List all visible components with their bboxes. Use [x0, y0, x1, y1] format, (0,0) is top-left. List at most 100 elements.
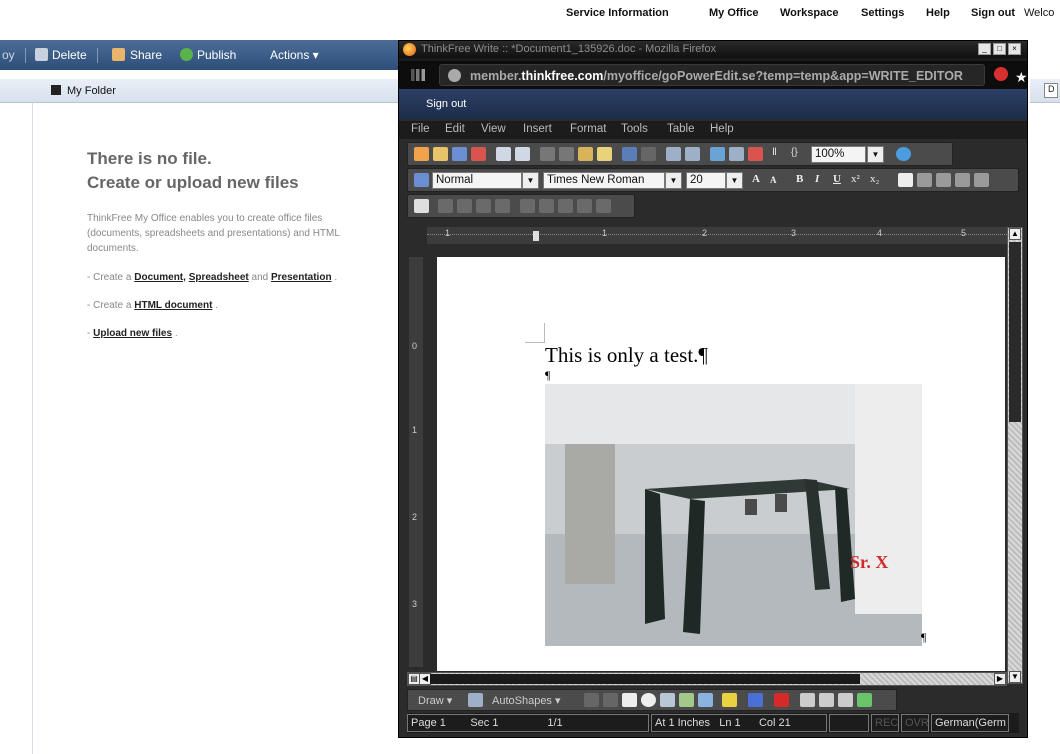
inserted-photo[interactable]: Sr. X [545, 384, 922, 646]
table-tool-icon[interactable] [438, 199, 453, 213]
publish-button[interactable]: Publish [197, 48, 236, 62]
nav-help[interactable]: Help [926, 7, 950, 19]
url-bar[interactable]: member.thinkfree.com/myoffice/goPowerEdi… [439, 64, 1028, 86]
undo-icon[interactable] [622, 147, 637, 161]
create-presentation-link[interactable]: Presentation [271, 272, 332, 283]
menu-insert[interactable]: Insert [523, 123, 552, 135]
draw-menu-button[interactable]: Draw ▾ [418, 694, 452, 707]
scroll-right-icon[interactable]: ▶ [994, 673, 1006, 685]
chart-icon[interactable] [748, 147, 763, 161]
italic-icon[interactable]: I [815, 173, 819, 185]
align-left-icon[interactable] [898, 173, 913, 187]
create-document-link[interactable]: Document, [134, 272, 186, 283]
window-titlebar[interactable]: ThinkFree Write :: *Document1_135926.doc… [399, 41, 1027, 58]
folder-label[interactable]: My Folder [67, 85, 116, 97]
redo-icon[interactable] [641, 147, 656, 161]
menu-help[interactable]: Help [710, 123, 734, 135]
site-identity-icon[interactable] [448, 69, 461, 82]
nav-service-information[interactable]: Service Information [566, 7, 669, 19]
menu-table[interactable]: Table [667, 123, 695, 135]
style-select[interactable]: Normal [432, 172, 522, 189]
shadow-icon[interactable] [857, 693, 872, 707]
scroll-up-icon[interactable]: ▲ [1009, 228, 1021, 240]
nav-sign-out[interactable]: Sign out [971, 7, 1015, 19]
text-box-icon[interactable] [660, 693, 675, 707]
horizontal-ruler[interactable]: 1 1 2 3 4 5 [427, 227, 1017, 244]
status-rec[interactable]: REC [871, 714, 899, 732]
app-sign-out-link[interactable]: Sign out [426, 98, 466, 110]
menu-view[interactable]: View [481, 123, 506, 135]
actions-menu-button[interactable]: Actions ▾ [270, 48, 319, 62]
align-right-icon[interactable] [936, 173, 951, 187]
oval-icon[interactable] [641, 693, 656, 707]
create-spreadsheet-link[interactable]: Spreadsheet [189, 272, 249, 283]
cut-icon[interactable] [540, 147, 555, 161]
vertical-scrollbar[interactable]: ▲ ▼ [1007, 227, 1023, 684]
maximize-icon[interactable]: □ [993, 43, 1006, 55]
close-icon[interactable]: × [1008, 43, 1021, 55]
line-style-icon[interactable] [800, 693, 815, 707]
font-select[interactable]: Times New Roman [543, 172, 665, 189]
delete-button[interactable]: Delete [52, 48, 87, 62]
table-tool-icon[interactable] [596, 199, 611, 213]
chevron-down-icon[interactable]: ▼ [867, 146, 884, 163]
table-tool-icon[interactable] [457, 199, 472, 213]
align-center-icon[interactable] [917, 173, 932, 187]
zoom-select[interactable]: 100% [811, 146, 866, 163]
replace-icon[interactable] [685, 147, 700, 161]
print-icon[interactable] [496, 147, 511, 161]
table-tool-icon[interactable] [539, 199, 554, 213]
font-size-select[interactable]: 20 [686, 172, 726, 189]
status-language[interactable]: German(Germ [931, 714, 1009, 732]
paste-icon[interactable] [578, 147, 593, 161]
underline-icon[interactable]: U [833, 173, 841, 185]
new-document-icon[interactable] [414, 147, 429, 161]
format-painter-icon[interactable] [597, 147, 612, 161]
adblock-icon[interactable] [994, 67, 1008, 81]
bookmark-star-icon[interactable]: ★ [1015, 69, 1028, 86]
menu-tools[interactable]: Tools [621, 123, 648, 135]
subscript-icon[interactable]: x₂ [870, 173, 879, 185]
save-icon[interactable] [452, 147, 467, 161]
clipart-icon[interactable] [679, 693, 694, 707]
chevron-down-icon[interactable]: ▼ [665, 172, 682, 189]
find-icon[interactable] [666, 147, 681, 161]
autoshapes-menu-button[interactable]: AutoShapes ▾ [492, 694, 561, 707]
menu-file[interactable]: File [411, 123, 430, 135]
superscript-icon[interactable]: x² [851, 173, 860, 185]
styles-icon[interactable] [414, 173, 429, 187]
table-tool-icon[interactable] [577, 199, 592, 213]
scroll-thumb[interactable] [430, 674, 860, 684]
distributed-icon[interactable] [974, 173, 989, 187]
chevron-down-icon[interactable]: ▼ [726, 172, 743, 189]
font-color-icon[interactable] [774, 693, 789, 707]
grow-font-icon[interactable]: A [752, 173, 760, 185]
bold-icon[interactable]: B [796, 173, 803, 185]
view-toggle-button[interactable]: D [1044, 83, 1058, 98]
table-tool-icon[interactable] [495, 199, 510, 213]
scroll-down-icon[interactable]: ▼ [1009, 671, 1021, 683]
create-html-link[interactable]: HTML document [134, 300, 212, 311]
nav-settings[interactable]: Settings [861, 7, 904, 19]
document-page[interactable]: This is only a test.¶ ¶ Sr. X ¶ [437, 257, 1005, 671]
table-tool-icon[interactable] [558, 199, 573, 213]
text-direction-icon[interactable]: Ⅱ [772, 147, 787, 161]
indent-marker[interactable] [533, 231, 539, 241]
scroll-thumb[interactable] [1009, 242, 1021, 422]
nav-workspace[interactable]: Workspace [780, 7, 839, 19]
minimize-icon[interactable]: _ [978, 43, 991, 55]
menu-format[interactable]: Format [570, 123, 606, 135]
horizontal-scrollbar[interactable]: ▤ ◀ ▶ [407, 672, 1007, 686]
field-code-icon[interactable]: {} [791, 147, 806, 161]
align-justify-icon[interactable] [955, 173, 970, 187]
insert-table-icon[interactable] [414, 199, 429, 213]
upload-files-link[interactable]: Upload new files [93, 328, 172, 339]
nav-my-office[interactable]: My Office [709, 7, 759, 19]
open-folder-icon[interactable] [433, 147, 448, 161]
arrow-icon[interactable] [603, 693, 618, 707]
table-tool-icon[interactable] [520, 199, 535, 213]
line-color-icon[interactable] [748, 693, 763, 707]
table-tool-icon[interactable] [476, 199, 491, 213]
shrink-font-icon[interactable]: A [770, 175, 777, 185]
select-pointer-icon[interactable] [468, 693, 483, 707]
